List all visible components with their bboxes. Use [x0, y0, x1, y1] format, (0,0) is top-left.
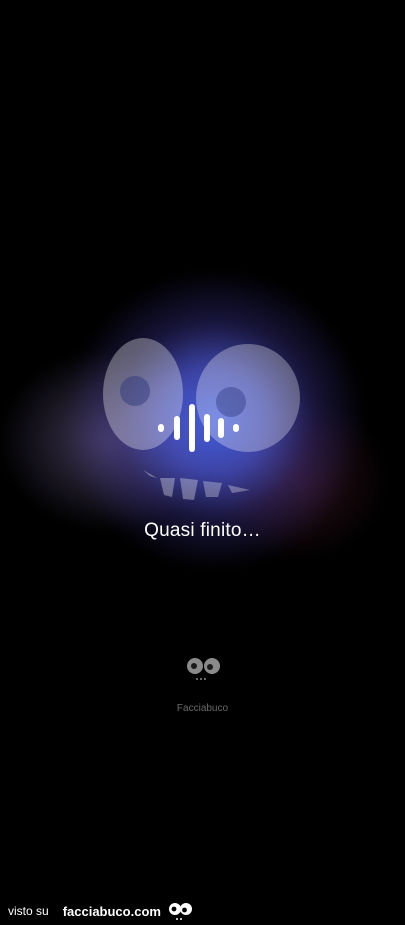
app-branding: Facciabuco — [0, 652, 405, 714]
facciabuco-logo-icon — [168, 903, 192, 920]
facciabuco-face-icon — [186, 658, 220, 680]
app-name-label: Facciabuco — [176, 703, 229, 714]
watermark-footer: visto su facciabuco.com — [8, 898, 193, 924]
footer-prefix: visto su — [8, 904, 49, 918]
footer-site-link[interactable]: facciabuco.com — [63, 904, 161, 919]
watermark-face-overlay — [103, 338, 300, 500]
voice-waveform-icon — [158, 404, 239, 452]
status-text: Quasi finito… — [144, 520, 261, 541]
